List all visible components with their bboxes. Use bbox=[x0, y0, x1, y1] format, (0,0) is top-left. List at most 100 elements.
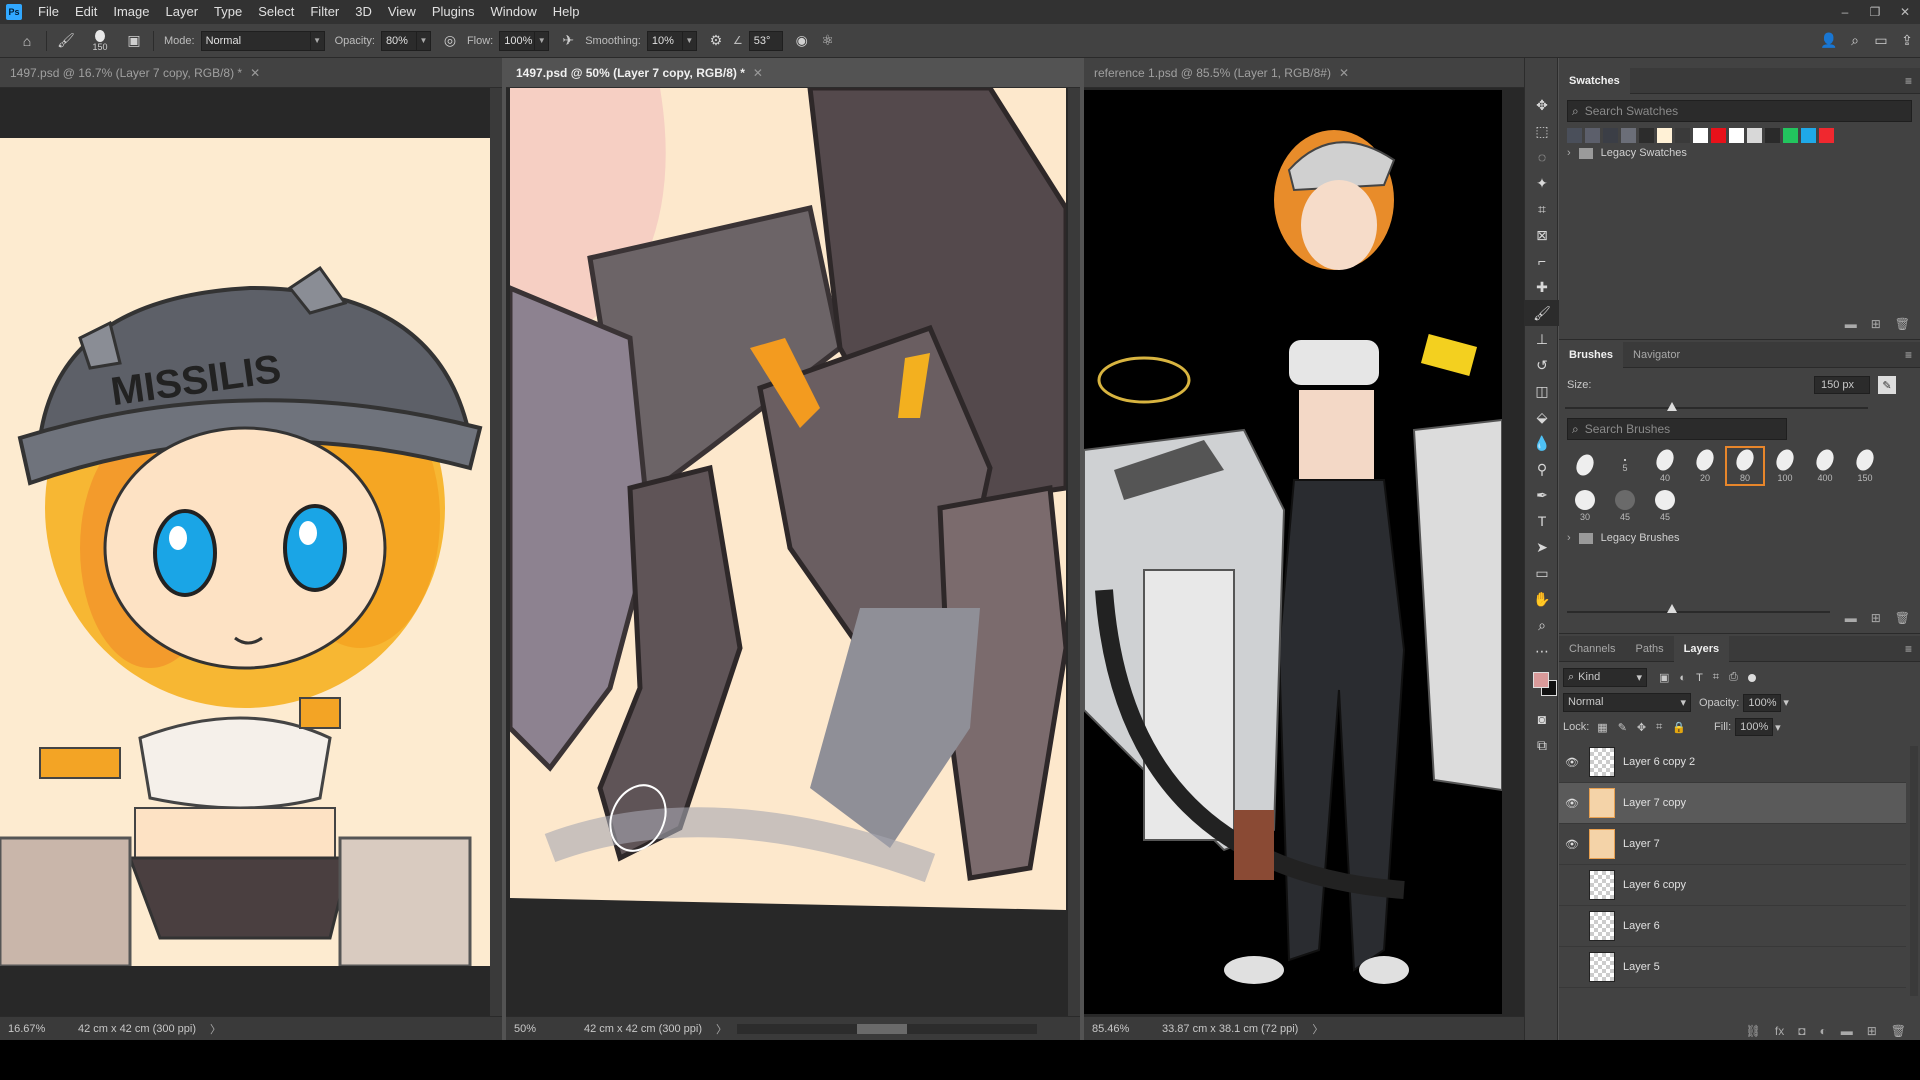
filter-kind-select[interactable]: ⌕ Kind ▾ bbox=[1563, 668, 1647, 687]
layers-scrollbar[interactable] bbox=[1910, 746, 1918, 996]
new-brush-icon[interactable]: ⊞ bbox=[1871, 611, 1881, 625]
layer-row[interactable]: 👁 Layer 7 copy bbox=[1559, 783, 1906, 824]
visibility-eye-icon[interactable]: 👁 bbox=[1559, 797, 1585, 810]
brush-preset[interactable]: 30 bbox=[1565, 486, 1605, 526]
document-tab-1[interactable]: 1497.psd @ 16.7% (Layer 7 copy, RGB/8) *… bbox=[0, 58, 502, 88]
scrollbar-thumb[interactable] bbox=[857, 1023, 907, 1034]
menu-3d[interactable]: 3D bbox=[347, 0, 380, 24]
eyedropper-tool-icon[interactable]: ⌐ bbox=[1525, 248, 1559, 274]
trash-icon[interactable]: 🗑 bbox=[1895, 611, 1910, 625]
flow-input[interactable]: 100% bbox=[499, 30, 536, 51]
zoom-level[interactable]: 50% bbox=[506, 1023, 576, 1035]
brush-preset[interactable]: 80 bbox=[1725, 446, 1765, 486]
brush-tool-icon[interactable]: 🖌 bbox=[1525, 300, 1559, 326]
brush-preset[interactable]: 100 bbox=[1765, 446, 1805, 486]
swatch-color[interactable] bbox=[1783, 128, 1798, 143]
gear-icon[interactable]: ⚙ bbox=[703, 28, 729, 54]
preview-slider-thumb[interactable] bbox=[1667, 604, 1677, 613]
swatch-color[interactable] bbox=[1747, 128, 1762, 143]
new-swatch-icon[interactable]: ⊞ bbox=[1871, 317, 1881, 331]
chevron-right-icon[interactable]: 〉 bbox=[716, 1021, 727, 1037]
menu-help[interactable]: Help bbox=[545, 0, 588, 24]
angle-input[interactable]: 53° bbox=[748, 30, 783, 51]
swatch-color[interactable] bbox=[1765, 128, 1780, 143]
brushes-search-input[interactable]: Search Brushes bbox=[1585, 422, 1670, 436]
canvas-chibi-art[interactable]: MISSILIS bbox=[0, 138, 490, 966]
menu-plugins[interactable]: Plugins bbox=[424, 0, 483, 24]
brush-preset[interactable]: 45 bbox=[1605, 486, 1645, 526]
pixel-filter-icon[interactable]: ▣ bbox=[1659, 671, 1669, 684]
size-slider[interactable] bbox=[1565, 402, 1908, 414]
menu-file[interactable]: File bbox=[30, 0, 67, 24]
lock-artboard-icon[interactable]: ⌗ bbox=[1656, 721, 1662, 734]
brush-preset[interactable]: 400 bbox=[1805, 446, 1845, 486]
brush-preset[interactable]: 45 bbox=[1645, 486, 1685, 526]
trash-icon[interactable]: 🗑 bbox=[1891, 1024, 1906, 1038]
size-slider-thumb[interactable] bbox=[1667, 402, 1677, 411]
close-tab-icon[interactable]: ✕ bbox=[1339, 66, 1349, 80]
chevron-right-icon[interactable]: 〉 bbox=[210, 1021, 221, 1037]
tab-swatches[interactable]: Swatches bbox=[1559, 67, 1630, 94]
swatch-color[interactable] bbox=[1585, 128, 1600, 143]
panel-menu-icon[interactable]: ≡ bbox=[1905, 642, 1912, 656]
eraser-tool-icon[interactable]: ◫ bbox=[1525, 378, 1559, 404]
swatches-search-input[interactable]: Search Swatches bbox=[1585, 104, 1678, 118]
brush-group-legacy[interactable]: › Legacy Brushes bbox=[1567, 532, 1912, 544]
shape-tool-icon[interactable]: ▭ bbox=[1525, 560, 1559, 586]
swatches-search[interactable]: ⌕ Search Swatches bbox=[1567, 100, 1912, 122]
chevron-right-icon[interactable]: 〉 bbox=[1312, 1021, 1323, 1037]
brush-preset[interactable]: 150 bbox=[1845, 446, 1885, 486]
mode-select[interactable]: Normal bbox=[200, 30, 311, 51]
crop-tool-icon[interactable]: ⌗ bbox=[1525, 196, 1559, 222]
home-icon[interactable]: ⌂ bbox=[14, 28, 40, 54]
menu-image[interactable]: Image bbox=[105, 0, 157, 24]
zoom-tool-icon[interactable]: ⌕ bbox=[1525, 612, 1559, 638]
opacity-input[interactable]: 80% bbox=[380, 30, 417, 51]
close-tab-icon[interactable]: ✕ bbox=[250, 66, 260, 80]
vertical-scrollbar[interactable] bbox=[1068, 88, 1080, 1016]
menu-window[interactable]: Window bbox=[482, 0, 544, 24]
new-group-icon[interactable]: ▬ bbox=[1841, 1024, 1853, 1038]
chevron-down-icon[interactable]: ▼ bbox=[416, 30, 431, 51]
brush-preset[interactable]: 5 bbox=[1605, 446, 1645, 486]
brush-preset-picker[interactable]: 150 bbox=[85, 29, 115, 52]
share-icon[interactable]: ⇪ bbox=[1894, 28, 1920, 54]
canvas-zoomed-art[interactable] bbox=[510, 88, 1066, 968]
marquee-tool-icon[interactable]: ⬚ bbox=[1525, 118, 1559, 144]
chevron-down-icon[interactable]: ▼ bbox=[682, 30, 697, 51]
chevron-down-icon[interactable]: ▾ bbox=[1783, 696, 1789, 709]
pressure-opacity-icon[interactable]: ◎ bbox=[437, 28, 463, 54]
fill-input[interactable]: 100% bbox=[1735, 718, 1774, 736]
chevron-right-icon[interactable]: › bbox=[1567, 532, 1571, 544]
type-filter-icon[interactable]: T bbox=[1696, 672, 1703, 684]
lock-transparency-icon[interactable]: ▦ bbox=[1597, 721, 1607, 734]
screen-mode-icon[interactable]: ⧉ bbox=[1525, 732, 1559, 758]
close-tab-icon[interactable]: ✕ bbox=[753, 66, 763, 80]
lock-pixels-icon[interactable]: ✎ bbox=[1618, 721, 1627, 734]
frame-tool-icon[interactable]: ⊠ bbox=[1525, 222, 1559, 248]
smoothing-input[interactable]: 10% bbox=[646, 30, 683, 51]
pressure-size-icon[interactable]: ◉ bbox=[789, 28, 815, 54]
document-tab-3[interactable]: reference 1.psd @ 85.5% (Layer 1, RGB/8#… bbox=[1084, 58, 1524, 88]
panel-menu-icon[interactable]: ≡ bbox=[1905, 74, 1912, 88]
new-layer-icon[interactable]: ⊞ bbox=[1867, 1024, 1877, 1038]
canvas-reference-art[interactable] bbox=[1084, 90, 1502, 1014]
layer-row[interactable]: 👁 Layer 7 bbox=[1559, 824, 1906, 865]
menu-type[interactable]: Type bbox=[206, 0, 250, 24]
adjustment-filter-icon[interactable]: ◐ bbox=[1679, 672, 1686, 684]
layer-row[interactable]: Layer 6 copy bbox=[1559, 865, 1906, 906]
swatch-color[interactable] bbox=[1729, 128, 1744, 143]
swatch-color[interactable] bbox=[1711, 128, 1726, 143]
restore-button[interactable]: ❐ bbox=[1860, 0, 1890, 24]
blur-tool-icon[interactable]: 💧 bbox=[1525, 430, 1559, 456]
zoom-level[interactable]: 85.46% bbox=[1084, 1023, 1154, 1035]
fx-icon[interactable]: fx bbox=[1775, 1024, 1784, 1038]
layer-row[interactable]: Layer 5 bbox=[1559, 947, 1906, 988]
symmetry-icon[interactable]: ⚛ bbox=[815, 28, 841, 54]
airbrush-icon[interactable]: ✈ bbox=[555, 28, 581, 54]
layer-opacity-input[interactable]: 100% bbox=[1743, 693, 1782, 712]
document-tab-2[interactable]: 1497.psd @ 50% (Layer 7 copy, RGB/8) * ✕ bbox=[506, 58, 1080, 88]
search-icon[interactable]: ⌕ bbox=[1842, 28, 1868, 54]
trash-icon[interactable]: 🗑 bbox=[1895, 317, 1910, 331]
swatch-color[interactable] bbox=[1693, 128, 1708, 143]
